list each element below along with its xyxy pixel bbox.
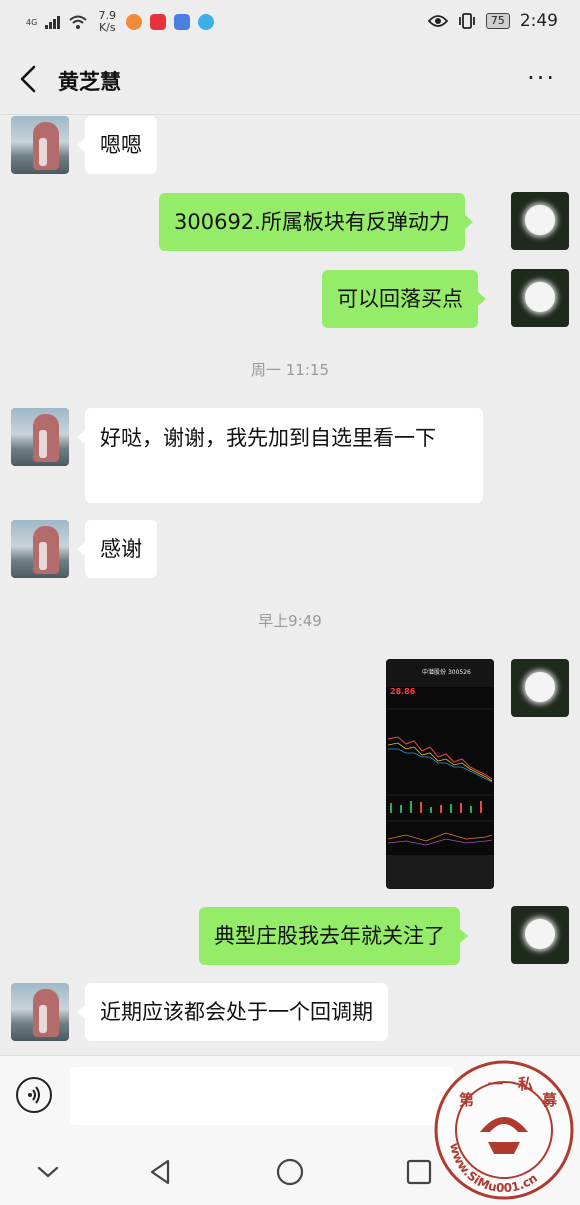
network-type: 4G	[26, 17, 38, 27]
simu001-watermark-logo: 第 一 私 募 www.SiMu001.cn	[434, 1060, 574, 1200]
watermark-char-1: 第	[459, 1091, 474, 1109]
received-message[interactable]: 感谢	[77, 520, 157, 578]
browser-app-icon	[198, 14, 215, 30]
sent-message[interactable]: 可以回落买点	[322, 270, 486, 328]
back-triangle-icon[interactable]	[144, 1155, 178, 1189]
voice-input-button[interactable]	[16, 1077, 52, 1113]
eye-comfort-icon	[427, 15, 448, 27]
vibrate-icon	[458, 13, 475, 29]
received-message[interactable]: 好哒，谢谢，我先加到自选里看一下	[77, 408, 483, 503]
chat-header: 黄芝慧 ···	[0, 46, 580, 115]
my-avatar[interactable]	[511, 269, 569, 327]
more-options-icon[interactable]: ···	[527, 66, 556, 90]
screenshot-nav	[386, 855, 494, 889]
recent-apps-icon[interactable]	[402, 1155, 436, 1189]
shopping-app-icon	[150, 14, 167, 30]
screenshot-stock-name: 中潜股份 300526	[422, 669, 471, 676]
contact-avatar[interactable]	[11, 520, 69, 578]
stock-chart-screenshot[interactable]: 中潜股份 300526 28.86	[386, 659, 494, 889]
back-arrow-icon[interactable]	[14, 64, 44, 94]
watermark-char-2: 一	[488, 1075, 503, 1093]
my-avatar[interactable]	[511, 192, 569, 250]
my-avatar[interactable]	[511, 906, 569, 964]
clock: 2:49	[519, 11, 558, 31]
sent-message[interactable]: 典型庄股我去年就关注了	[199, 907, 468, 965]
watermark-char-4: 募	[541, 1091, 558, 1109]
message-timestamp: 早上9:49	[258, 612, 322, 630]
wifi-icon	[69, 15, 87, 29]
contact-avatar[interactable]	[11, 408, 69, 466]
screenshot-price: 28.86	[390, 687, 416, 696]
home-circle-icon[interactable]	[273, 1155, 307, 1189]
watermark-char-3: 私	[517, 1075, 533, 1093]
voice-icon	[28, 1086, 40, 1104]
status-bar: 4G 7.9 K/s 75 2:49	[0, 0, 580, 46]
message-timestamp: 周一 11:15	[251, 361, 329, 379]
contact-avatar[interactable]	[11, 116, 69, 174]
message-list[interactable]: 嗯嗯 300692.所属板块有反弹动力 可以回落买点 周一 11:15 好哒，谢…	[0, 115, 580, 1055]
battery-level: 75	[485, 13, 510, 29]
sent-message[interactable]: 300692.所属板块有反弹动力	[159, 193, 473, 251]
news-app-icon	[174, 14, 191, 30]
contact-name: 黄芝慧	[58, 70, 121, 94]
network-speed: 7.9 K/s	[98, 9, 117, 34]
received-message[interactable]: 嗯嗯	[77, 116, 157, 174]
message-input[interactable]	[70, 1067, 454, 1125]
signal-icon	[45, 15, 61, 29]
received-message[interactable]: 近期应该都会处于一个回调期	[77, 983, 388, 1041]
hide-keyboard-icon[interactable]	[31, 1155, 65, 1189]
candlestick-chart-image	[386, 708, 494, 846]
notification-app-icon	[126, 14, 143, 30]
contact-avatar[interactable]	[11, 983, 69, 1041]
my-avatar[interactable]	[511, 659, 569, 717]
